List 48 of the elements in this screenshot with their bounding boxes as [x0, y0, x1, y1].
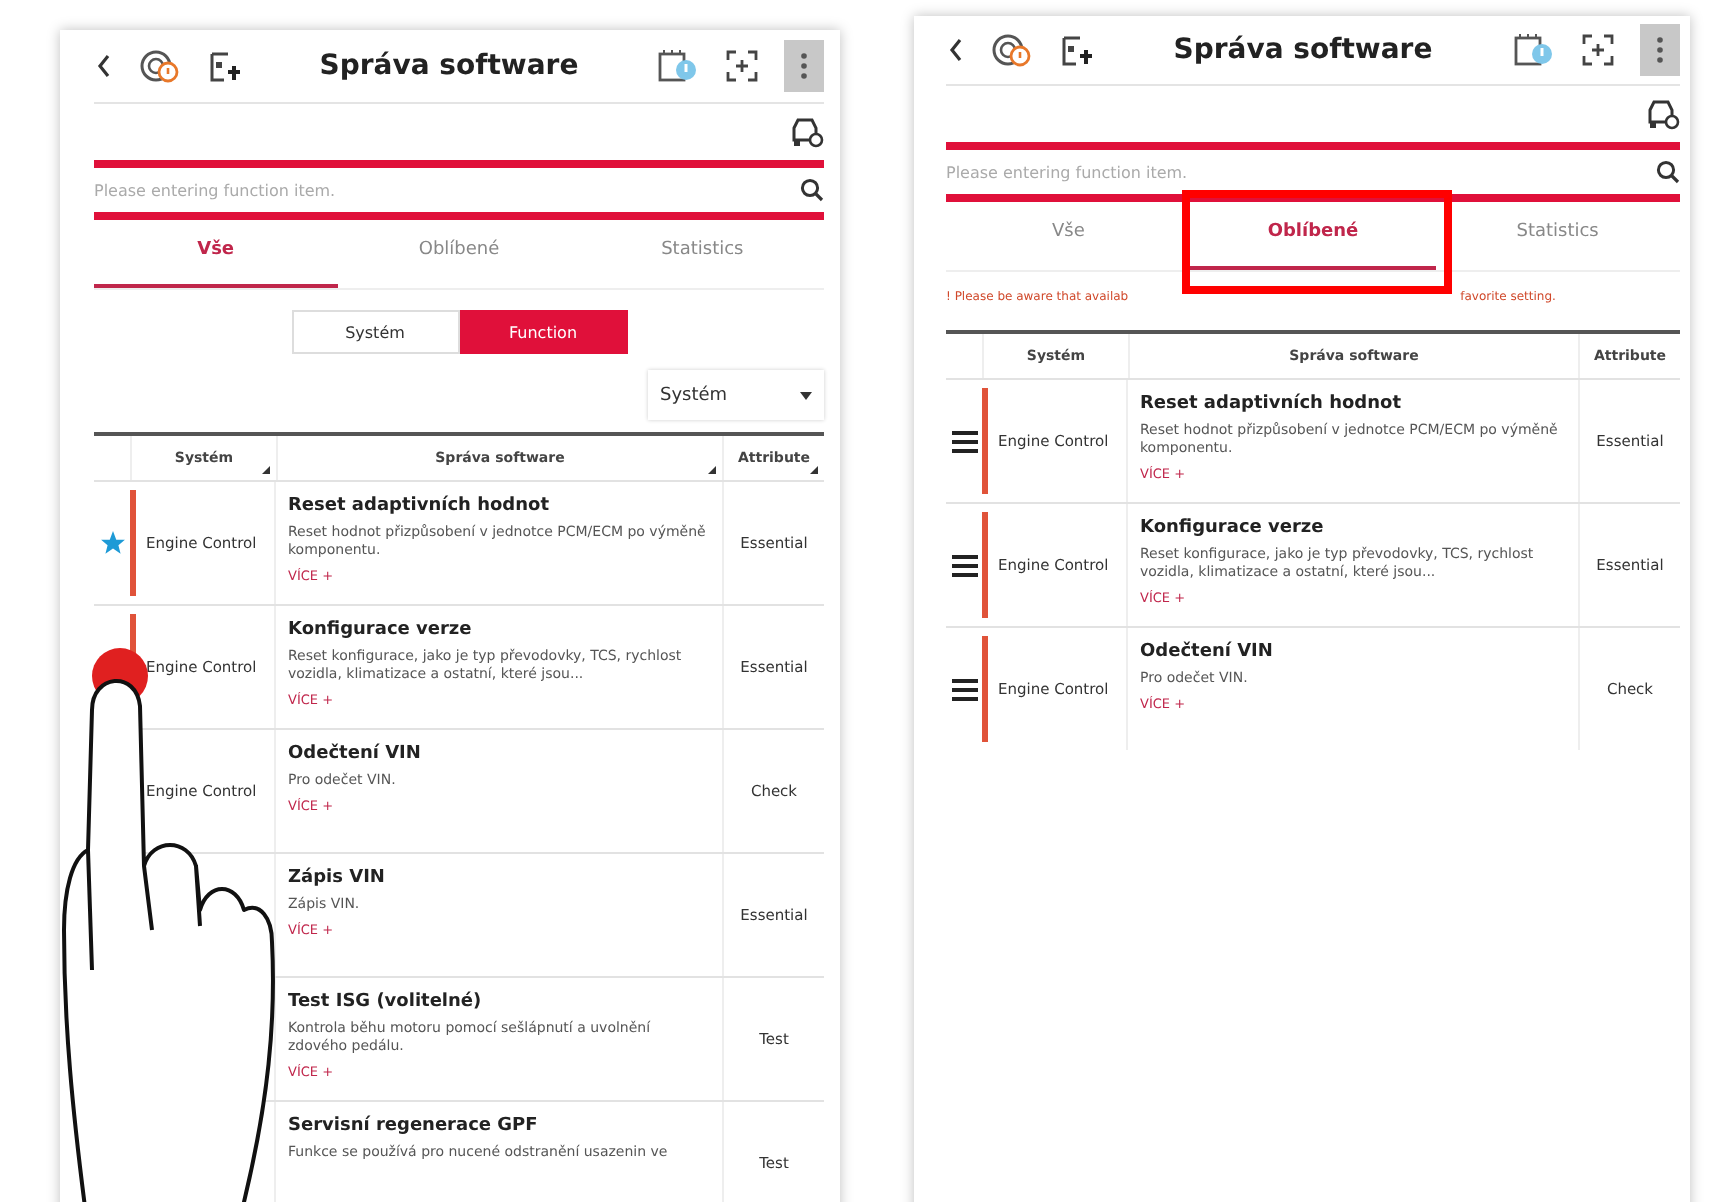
- drag-handle-icon[interactable]: [951, 429, 977, 453]
- function-title: Servisní regenerace GPF: [288, 1116, 538, 1136]
- search-field[interactable]: Please entering function item.: [94, 181, 800, 199]
- function-title: Konfigurace verze: [1140, 518, 1324, 538]
- car-alert-icon[interactable]: [990, 32, 1034, 68]
- back-icon[interactable]: [94, 52, 114, 80]
- segment-button[interactable]: Function: [459, 310, 627, 354]
- tab[interactable]: Vše: [94, 220, 338, 288]
- car-alert-icon[interactable]: [138, 48, 182, 84]
- sort-icon[interactable]: [262, 466, 270, 474]
- search-icon[interactable]: [800, 178, 824, 202]
- screenshot-icon[interactable]: [1580, 32, 1616, 68]
- more-button[interactable]: [784, 40, 824, 92]
- star-icon[interactable]: [99, 530, 125, 556]
- function-title: Zápis VIN: [288, 868, 385, 888]
- screenshot-icon[interactable]: [724, 48, 760, 84]
- function-title: Test ISG (volitelné): [288, 992, 482, 1012]
- screen-title: Správa software: [1171, 34, 1435, 66]
- function-title: Odečtení VIN: [288, 744, 421, 764]
- caret-icon: [800, 391, 812, 399]
- document-plus-icon[interactable]: [206, 48, 242, 84]
- car-icon[interactable]: [788, 116, 824, 148]
- function-title: Odečtení VIN: [1140, 642, 1273, 662]
- device-info-icon[interactable]: [656, 48, 700, 84]
- drag-handle-icon[interactable]: [951, 677, 977, 701]
- tab[interactable]: Statistics: [1435, 202, 1680, 270]
- search-icon[interactable]: [1656, 160, 1680, 184]
- segment-button[interactable]: Systém: [291, 310, 459, 354]
- more-icon: [800, 52, 808, 80]
- screen-title: Správa software: [317, 50, 581, 82]
- function-title: Konfigurace verze: [288, 620, 472, 640]
- tab[interactable]: Vše: [946, 202, 1191, 270]
- car-icon[interactable]: [1644, 98, 1680, 130]
- more-icon: [1656, 36, 1664, 64]
- search-field[interactable]: Please entering function item.: [946, 163, 1656, 181]
- tab[interactable]: Oblíbené: [1190, 202, 1436, 270]
- document-plus-icon[interactable]: [1058, 32, 1094, 68]
- drag-handle-icon[interactable]: [951, 553, 977, 577]
- tab[interactable]: Oblíbené: [337, 220, 581, 288]
- sort-icon[interactable]: [708, 466, 716, 474]
- back-icon[interactable]: [946, 36, 966, 64]
- more-button[interactable]: [1640, 24, 1680, 76]
- function-title: Reset adaptivních hodnot: [1140, 394, 1402, 414]
- sort-icon[interactable]: [810, 466, 818, 474]
- function-title: Reset adaptivních hodnot: [288, 496, 550, 516]
- system-dropdown[interactable]: Systém: [648, 370, 824, 420]
- tab[interactable]: Statistics: [580, 220, 825, 288]
- device-info-icon[interactable]: [1512, 32, 1556, 68]
